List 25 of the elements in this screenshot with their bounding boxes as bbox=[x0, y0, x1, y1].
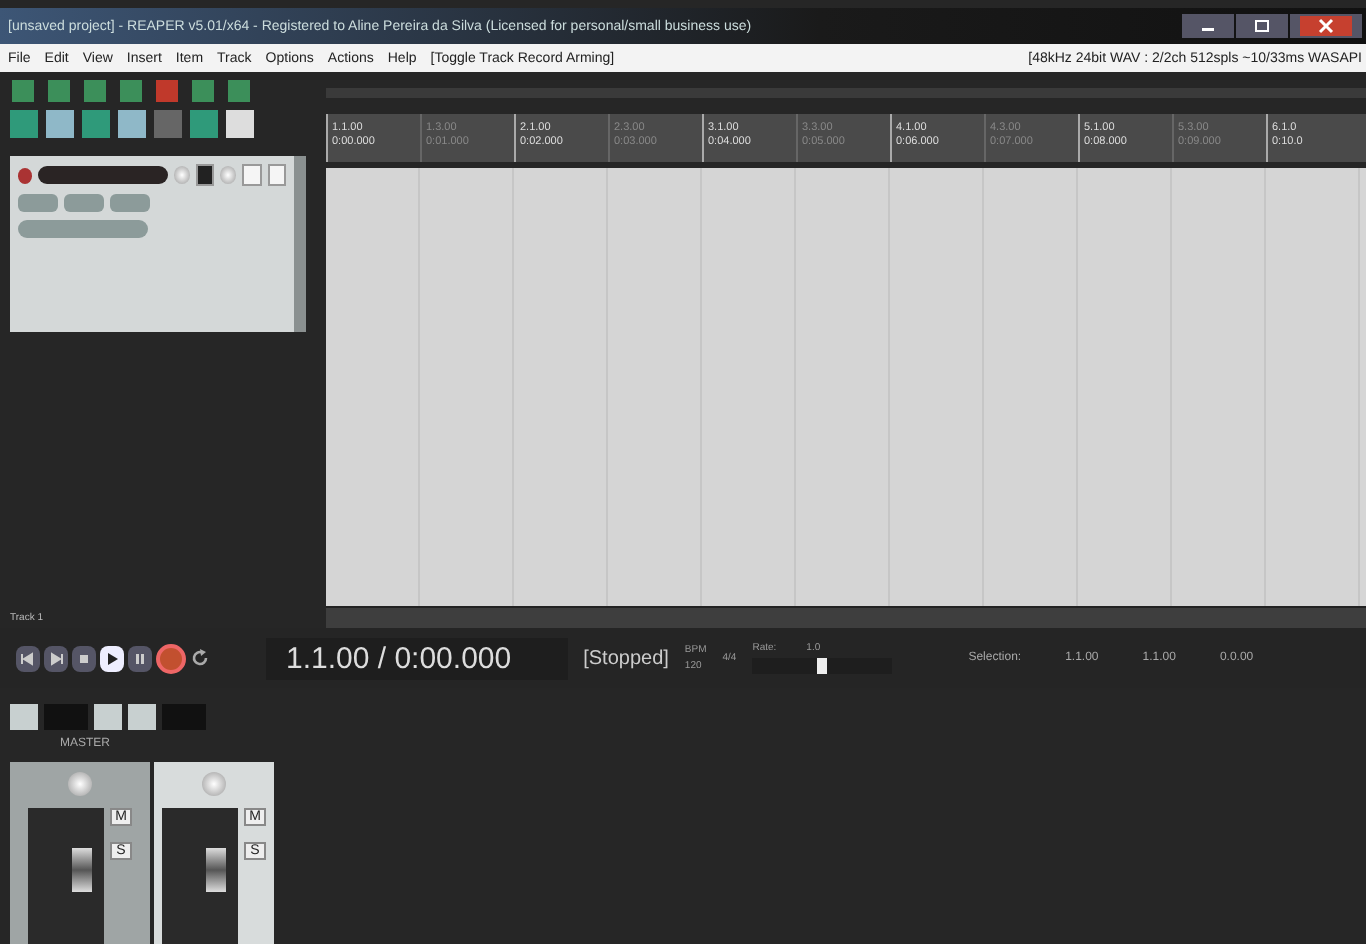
input-selector[interactable] bbox=[18, 220, 148, 238]
maximize-button[interactable] bbox=[1236, 14, 1288, 38]
pause-button[interactable] bbox=[128, 645, 152, 671]
stop-button[interactable] bbox=[72, 645, 96, 671]
slider-thumb[interactable] bbox=[817, 658, 828, 674]
volume-fader[interactable] bbox=[206, 848, 226, 892]
play-button[interactable] bbox=[100, 645, 124, 671]
go-to-start-button[interactable] bbox=[16, 645, 40, 671]
horizontal-scrollbar[interactable] bbox=[326, 606, 1366, 628]
rate-slider[interactable] bbox=[752, 658, 893, 674]
record-arm-button[interactable] bbox=[18, 167, 33, 183]
play-state: [Stopped] bbox=[583, 647, 669, 669]
close-button[interactable] bbox=[1290, 14, 1362, 38]
time-display: 1.1.00 / 0:00.000 bbox=[266, 637, 568, 679]
pan-knob[interactable] bbox=[68, 772, 92, 796]
record-button[interactable] bbox=[156, 643, 186, 673]
repeat-icon[interactable] bbox=[190, 648, 210, 668]
track-name-field[interactable] bbox=[38, 166, 167, 184]
go-to-end-button[interactable] bbox=[44, 645, 68, 671]
volume-fader[interactable] bbox=[72, 848, 92, 892]
input-monitor-button[interactable] bbox=[18, 194, 58, 212]
minimize-button[interactable] bbox=[1182, 14, 1234, 38]
toolbar-icon[interactable] bbox=[116, 108, 148, 140]
toolbar-icon[interactable] bbox=[224, 108, 256, 140]
toolbar-icon[interactable] bbox=[44, 108, 76, 140]
